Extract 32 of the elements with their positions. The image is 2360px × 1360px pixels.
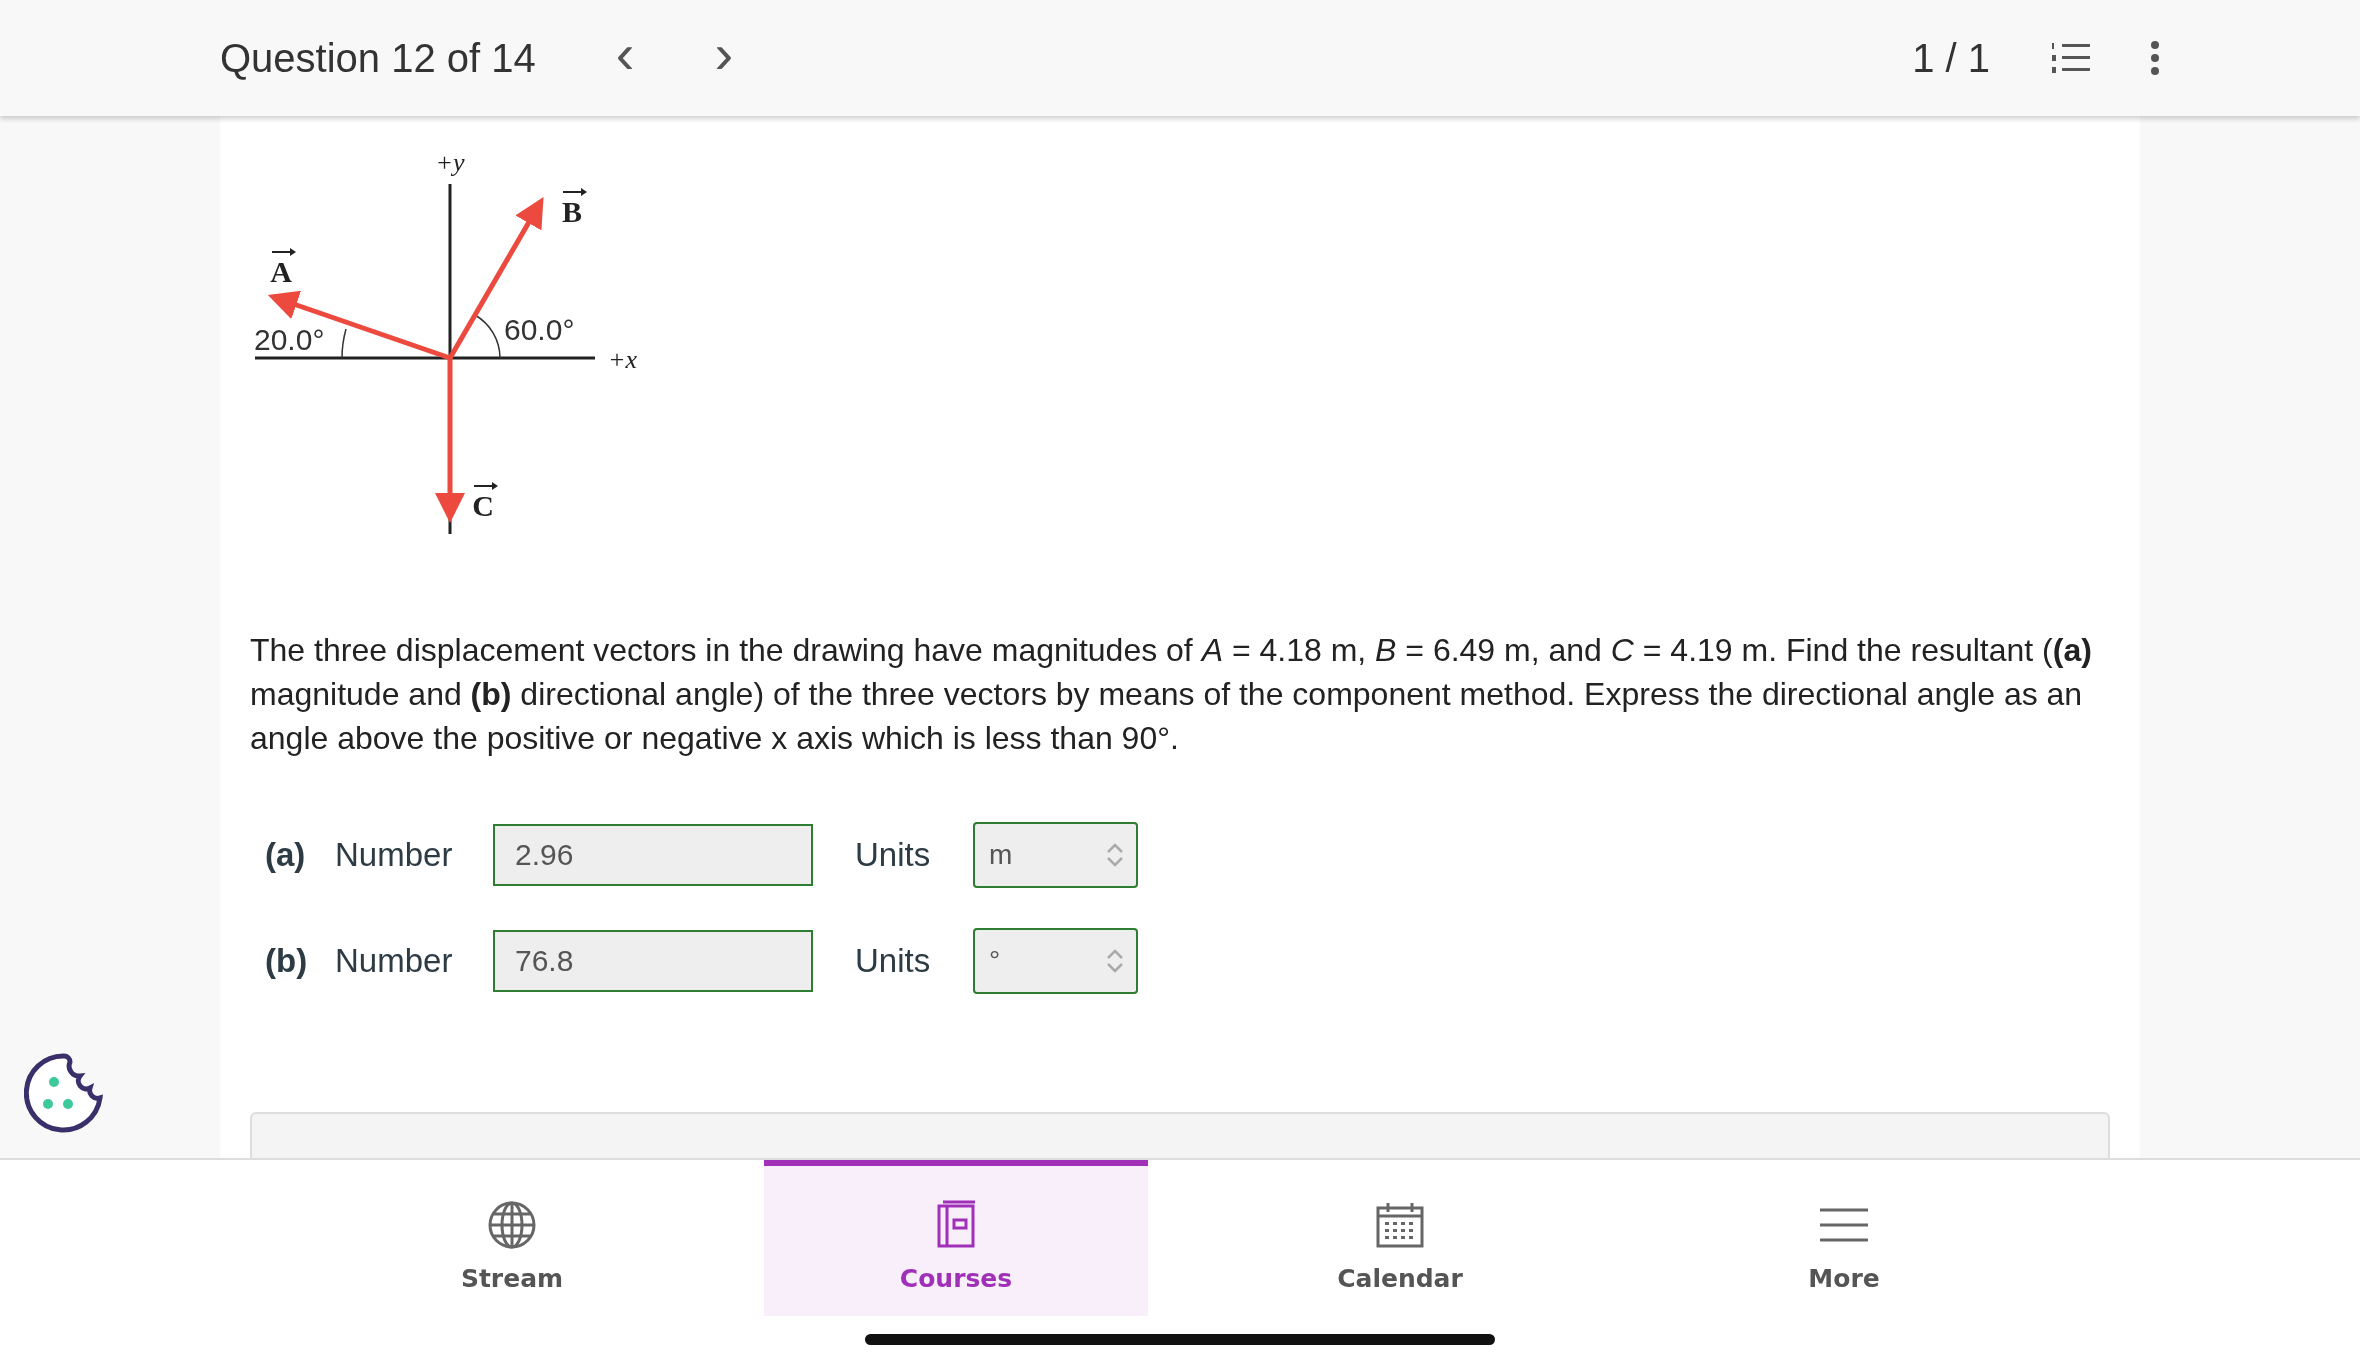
number-label: Number [335,942,454,980]
part-label: (a) [265,836,307,874]
page-count: 1 / 1 [1912,35,1990,81]
number-input[interactable]: 2.96 [493,824,813,886]
angle-arc [474,314,501,359]
question-text: The three displacement vectors in the drawing have magnitudes of A = 4.18 m, B = 6.49 m, and C = 4.19 m. Find the resultant ((a) magnitude and (b) directional angle) of the three vectors by means of the component method. Express the directional angle as an angle above the positive or negative x axis which is less than 90°. [250,631,2093,758]
chevron-updown-icon [1106,842,1124,868]
angle-arc [341,328,347,359]
units-label: Units [855,942,932,980]
axis-label: +x [608,345,638,374]
chevron-updown-icon [1106,948,1124,974]
vector-label: B [562,188,587,228]
cookie-icon[interactable] [24,1052,104,1134]
units-select[interactable]: m [973,822,1138,888]
numbered-list-icon[interactable] [2050,41,2090,75]
nav-tab[interactable]: Courses [764,1160,1148,1316]
angle-label: 60.0° [504,313,575,346]
previous-button[interactable]: ‹ [595,26,655,90]
next-button[interactable]: › [694,26,754,90]
vector-label: A [270,248,296,288]
part-label: (b) [265,942,309,980]
units-label: Units [855,836,932,874]
number-label: Number [335,836,454,874]
vector-label: C [472,482,498,522]
number-input[interactable]: 76.8 [493,930,813,992]
calendar-icon [1375,1200,1425,1250]
axis-label: +y [435,148,465,177]
units-select[interactable]: ° [973,928,1138,994]
question-title: Question 12 of 14 [220,35,536,81]
angle-label: 20.0° [254,323,325,356]
more-options-icon[interactable] [2150,40,2160,76]
globe-icon [487,1200,537,1250]
